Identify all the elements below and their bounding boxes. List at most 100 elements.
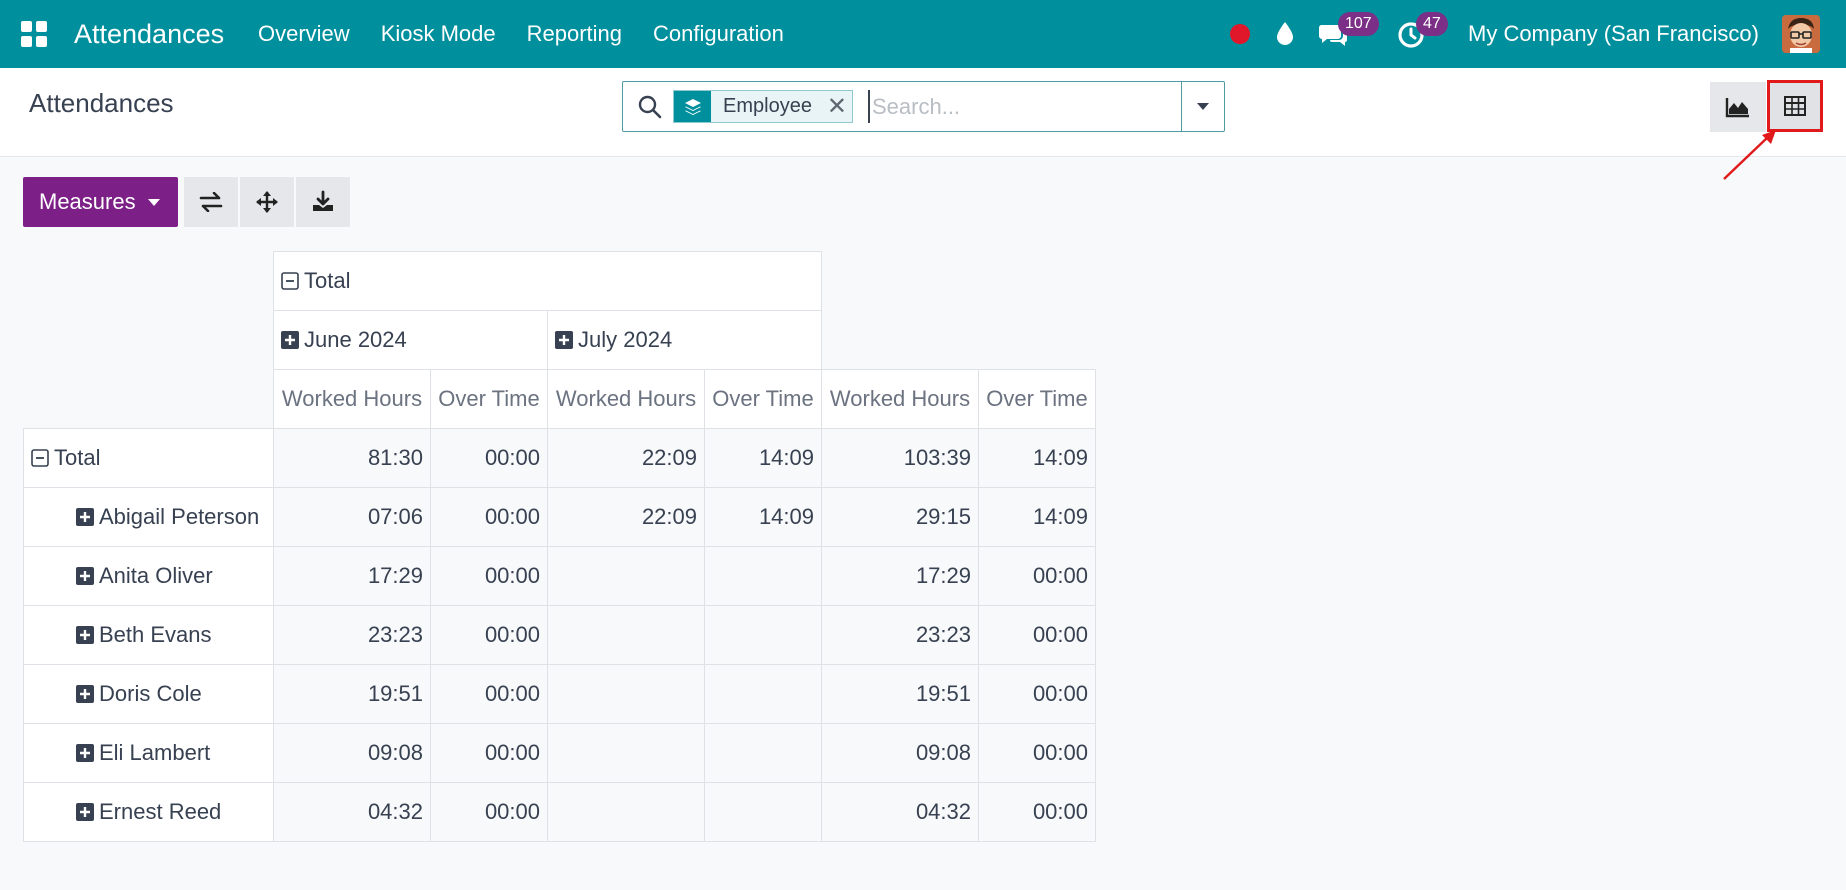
pivot-cell[interactable] xyxy=(547,723,705,783)
row-header-employee[interactable]: Ernest Reed xyxy=(23,782,274,842)
pivot-cell[interactable]: 17:29 xyxy=(273,546,431,606)
expand-icon xyxy=(76,626,94,644)
measure-header[interactable]: Over Time xyxy=(430,369,548,429)
pivot-cell[interactable]: 00:00 xyxy=(430,487,548,547)
col-header-total[interactable]: Total xyxy=(273,251,822,311)
search-facet-groupby[interactable]: Employee ✕ xyxy=(673,90,853,123)
pivot-cell[interactable]: 22:09 xyxy=(547,487,705,547)
drop-icon[interactable] xyxy=(1274,20,1296,46)
col-group-label: June 2024 xyxy=(304,327,407,352)
company-switcher[interactable]: My Company (San Francisco) xyxy=(1468,0,1759,68)
download-icon xyxy=(313,190,333,211)
pivot-cell[interactable]: 22:09 xyxy=(547,428,705,488)
pivot-cell[interactable]: 00:00 xyxy=(978,546,1096,606)
menu-kiosk-mode[interactable]: Kiosk Mode xyxy=(381,0,496,68)
menu-overview[interactable]: Overview xyxy=(258,0,350,68)
pivot-cell[interactable] xyxy=(704,664,822,724)
pivot-cell[interactable]: 07:06 xyxy=(273,487,431,547)
pivot-view-button[interactable] xyxy=(1767,80,1823,132)
pivot-table: Total June 2024 July 2024 Worked Hours O… xyxy=(23,251,1096,842)
pivot-cell[interactable]: 00:00 xyxy=(430,428,548,488)
pivot-cell[interactable] xyxy=(547,664,705,724)
remove-facet-close-icon[interactable]: ✕ xyxy=(822,91,852,122)
pivot-cell[interactable]: 00:00 xyxy=(978,605,1096,665)
apps-grid-icon[interactable] xyxy=(20,20,48,48)
pivot-cell[interactable] xyxy=(547,605,705,665)
row-header-employee[interactable]: Doris Cole xyxy=(23,664,274,724)
table-row: Doris Cole 19:51 00:00 19:51 00:00 xyxy=(23,664,1096,724)
user-avatar[interactable] xyxy=(1782,15,1820,53)
pivot-cell[interactable]: 17:29 xyxy=(821,546,979,606)
pivot-cell[interactable]: 14:09 xyxy=(978,487,1096,547)
col-group-label: July 2024 xyxy=(578,327,673,352)
row-header-employee[interactable]: Anita Oliver xyxy=(23,546,274,606)
menu-reporting[interactable]: Reporting xyxy=(527,0,622,68)
arrows-move-icon xyxy=(256,191,278,213)
pivot-cell[interactable]: 14:09 xyxy=(978,428,1096,488)
pivot-cell[interactable]: 00:00 xyxy=(430,723,548,783)
pivot-cell[interactable]: 09:08 xyxy=(821,723,979,783)
pivot-cell[interactable]: 23:23 xyxy=(273,605,431,665)
pivot-cell[interactable]: 00:00 xyxy=(978,723,1096,783)
row-header-employee[interactable]: Eli Lambert xyxy=(23,723,274,783)
pivot-cell[interactable]: 23:23 xyxy=(821,605,979,665)
col-header-july-2024[interactable]: July 2024 xyxy=(547,310,822,370)
pivot-cell[interactable]: 00:00 xyxy=(978,664,1096,724)
measure-header[interactable]: Worked Hours xyxy=(273,369,431,429)
pivot-cell[interactable]: 00:00 xyxy=(430,605,548,665)
graph-view-button[interactable] xyxy=(1710,82,1766,132)
top-navbar: Attendances Overview Kiosk Mode Reportin… xyxy=(0,0,1846,68)
row-header-employee[interactable]: Beth Evans xyxy=(23,605,274,665)
row-label: Eli Lambert xyxy=(99,740,211,765)
measures-button[interactable]: Measures xyxy=(23,177,178,227)
pivot-cell[interactable]: 29:15 xyxy=(821,487,979,547)
row-label: Abigail Peterson xyxy=(99,504,260,529)
pivot-cell[interactable]: 00:00 xyxy=(978,782,1096,842)
search-options-toggle[interactable] xyxy=(1181,82,1224,131)
pivot-cell[interactable]: 14:09 xyxy=(704,487,822,547)
measure-header[interactable]: Over Time xyxy=(704,369,822,429)
search-icon[interactable] xyxy=(637,94,663,120)
pivot-cell[interactable]: 103:39 xyxy=(821,428,979,488)
pivot-cell[interactable]: 00:00 xyxy=(430,664,548,724)
pivot-cell[interactable]: 00:00 xyxy=(430,782,548,842)
row-label: Anita Oliver xyxy=(99,563,213,588)
flip-axis-button[interactable] xyxy=(184,177,238,227)
pivot-corner xyxy=(24,252,274,311)
collapse-icon xyxy=(31,449,49,467)
activities-count-badge: 47 xyxy=(1416,12,1448,36)
pivot-cell[interactable] xyxy=(547,782,705,842)
pivot-cell[interactable]: 04:32 xyxy=(273,782,431,842)
facet-label: Employee xyxy=(723,95,812,117)
measure-header[interactable]: Worked Hours xyxy=(547,369,705,429)
menu-configuration[interactable]: Configuration xyxy=(653,0,784,68)
pivot-cell[interactable] xyxy=(704,782,822,842)
recording-indicator-icon[interactable] xyxy=(1230,24,1250,44)
pivot-cell[interactable]: 81:30 xyxy=(273,428,431,488)
pivot-cell[interactable] xyxy=(704,605,822,665)
layers-icon xyxy=(674,91,711,122)
pivot-cell[interactable] xyxy=(547,546,705,606)
pivot-cell[interactable] xyxy=(704,546,822,606)
expand-icon xyxy=(555,331,573,349)
pivot-cell[interactable]: 04:32 xyxy=(821,782,979,842)
measure-header[interactable]: Worked Hours xyxy=(821,369,979,429)
expand-all-button[interactable] xyxy=(240,177,294,227)
pivot-cell[interactable]: 14:09 xyxy=(704,428,822,488)
expand-icon xyxy=(76,567,94,585)
search-input[interactable] xyxy=(868,90,1168,123)
app-title[interactable]: Attendances xyxy=(74,0,224,68)
pivot-cell[interactable]: 19:51 xyxy=(273,664,431,724)
measure-header[interactable]: Over Time xyxy=(978,369,1096,429)
table-row: Eli Lambert 09:08 00:00 09:08 00:00 xyxy=(23,723,1096,783)
row-header-employee[interactable]: Abigail Peterson xyxy=(23,487,274,547)
row-label: Total xyxy=(54,445,101,470)
pivot-cell[interactable]: 00:00 xyxy=(430,546,548,606)
col-header-june-2024[interactable]: June 2024 xyxy=(273,310,548,370)
row-header-total[interactable]: Total xyxy=(23,428,274,488)
download-xlsx-button[interactable] xyxy=(296,177,350,227)
pivot-cell[interactable]: 19:51 xyxy=(821,664,979,724)
table-row: Ernest Reed 04:32 00:00 04:32 00:00 xyxy=(23,782,1096,842)
pivot-cell[interactable]: 09:08 xyxy=(273,723,431,783)
pivot-cell[interactable] xyxy=(704,723,822,783)
